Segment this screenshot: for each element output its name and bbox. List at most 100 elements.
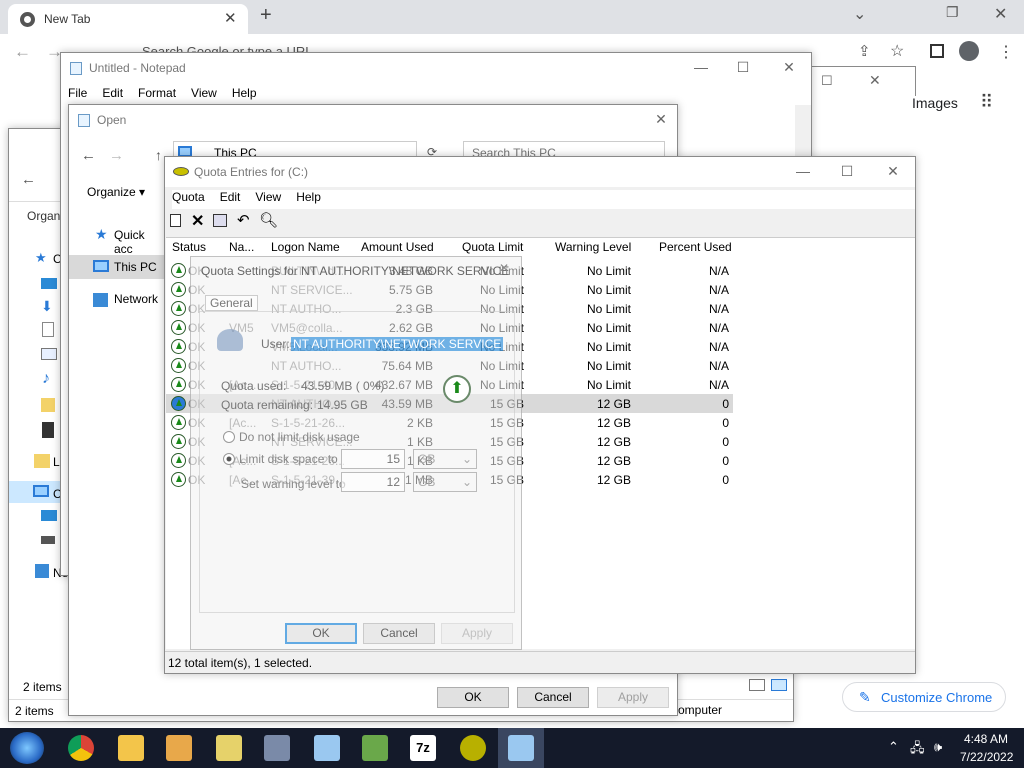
chrome-restore-button[interactable]: ❐ bbox=[946, 4, 959, 21]
chrome-taskbar-icon[interactable] bbox=[68, 735, 94, 761]
side-panel-icon[interactable] bbox=[930, 44, 944, 58]
chrome-close-button[interactable]: ✕ bbox=[994, 4, 1007, 24]
quota-drive-taskbar-icon[interactable] bbox=[460, 735, 486, 761]
notepad-minimize-button[interactable]: — bbox=[687, 57, 715, 77]
open-up-icon[interactable]: ↑ bbox=[155, 147, 162, 163]
profile-avatar-icon[interactable] bbox=[959, 41, 979, 61]
large-icons-view-icon[interactable] bbox=[771, 679, 787, 691]
quota-drive-icon bbox=[173, 167, 189, 176]
new-entry-icon[interactable] bbox=[170, 214, 181, 227]
file-explorer-taskbar-icon[interactable] bbox=[118, 735, 144, 761]
open-dialog-close-button[interactable]: ✕ bbox=[647, 109, 675, 129]
sevenzip-taskbar-icon[interactable]: 7z bbox=[410, 735, 436, 761]
open-cancel-button[interactable]: Cancel bbox=[517, 687, 589, 708]
properties-icon[interactable] bbox=[213, 214, 227, 227]
back-icon[interactable]: ← bbox=[14, 42, 31, 62]
bookmark-star-icon[interactable]: ☆ bbox=[890, 41, 904, 61]
chrome-tab[interactable]: New Tab ✕ bbox=[8, 4, 248, 34]
cell-pct: 0 bbox=[722, 454, 729, 468]
menu-help[interactable]: Help bbox=[232, 86, 257, 100]
open-nav-this-pc[interactable]: This PC bbox=[114, 260, 157, 274]
explorer-organize[interactable]: Organ bbox=[27, 209, 60, 223]
organize-label: Organize bbox=[87, 185, 136, 199]
new-tab-button[interactable]: + bbox=[260, 4, 272, 27]
folder-taskbar-icon[interactable] bbox=[216, 735, 242, 761]
start-button[interactable] bbox=[10, 732, 44, 764]
network-tray-icon[interactable]: 🖧︎ bbox=[910, 739, 925, 761]
settings-tab-general[interactable]: General bbox=[205, 295, 258, 311]
open-ok-button[interactable]: OK bbox=[437, 687, 509, 708]
col-percent-used[interactable]: Percent Used bbox=[659, 240, 732, 258]
images-link[interactable]: Images bbox=[912, 95, 958, 111]
computer-icon bbox=[33, 485, 49, 497]
settings-ok-button[interactable]: OK bbox=[285, 623, 357, 644]
chrome-minimize-button[interactable]: ⌄ bbox=[853, 4, 866, 24]
settings-cancel-button[interactable]: Cancel bbox=[363, 623, 435, 644]
delete-entry-icon[interactable]: ✕ bbox=[191, 211, 204, 231]
tab-close-icon[interactable]: ✕ bbox=[224, 9, 237, 27]
apps-grid-icon[interactable]: ⠿ bbox=[980, 92, 993, 113]
limit-value-input[interactable]: 15 bbox=[341, 449, 405, 469]
quota-maximize-button[interactable]: ☐ bbox=[833, 161, 861, 181]
open-organize-button[interactable]: Organize ▾ bbox=[87, 185, 145, 199]
open-dialog-title: Open bbox=[97, 113, 127, 127]
downloads-icon: ⬇ bbox=[41, 298, 53, 314]
menu-edit[interactable]: Edit bbox=[102, 86, 123, 100]
undo-icon[interactable]: ↶ bbox=[237, 211, 250, 229]
quota-menu-edit[interactable]: Edit bbox=[220, 190, 241, 204]
find-icon[interactable]: 🔍︎ bbox=[259, 211, 278, 229]
chrome-menu-icon[interactable]: ⋮ bbox=[998, 42, 1014, 62]
cell-pct: 0 bbox=[722, 416, 729, 430]
status-ok-icon bbox=[171, 358, 186, 373]
notepad-taskbar-icon[interactable] bbox=[314, 735, 340, 761]
notepad-close-button[interactable]: ✕ bbox=[775, 57, 803, 77]
share-icon[interactable]: ⇪ bbox=[858, 42, 871, 60]
details-view-icon[interactable] bbox=[749, 679, 765, 691]
quota-menu-quota[interactable]: Quota bbox=[172, 190, 205, 204]
menu-file[interactable]: File bbox=[68, 86, 87, 100]
open-nav-network[interactable]: Network bbox=[114, 292, 158, 306]
disk-tool-taskbar-icon[interactable] bbox=[264, 735, 290, 761]
status-ok-icon bbox=[171, 301, 186, 316]
customize-chrome-button[interactable]: ✎ Customize Chrome bbox=[842, 682, 1006, 712]
no-limit-radio[interactable] bbox=[223, 431, 235, 443]
cell-warn: No Limit bbox=[586, 340, 631, 354]
settings-apply-button[interactable]: Apply bbox=[441, 623, 513, 644]
open-forward-icon[interactable]: → bbox=[109, 147, 124, 164]
media-player-taskbar-icon[interactable] bbox=[166, 735, 192, 761]
cell-pct: 0 bbox=[722, 435, 729, 449]
tray-chevron-icon[interactable]: ⌃ bbox=[888, 739, 899, 755]
limit-unit-value: GB bbox=[418, 452, 436, 466]
limit-radio[interactable] bbox=[223, 453, 235, 465]
settings-close-icon[interactable]: ✕ bbox=[499, 261, 509, 275]
notepad-maximize-button[interactable]: ☐ bbox=[729, 57, 757, 77]
menu-format[interactable]: Format bbox=[138, 86, 176, 100]
limit-unit-select[interactable]: GB ⌄ bbox=[413, 449, 477, 469]
status-ok-icon bbox=[171, 396, 186, 411]
settings-user-value: NT AUTHORITY\NETWORK SERVICE bbox=[291, 337, 504, 351]
warn-unit-select[interactable]: GB ⌄ bbox=[413, 472, 477, 492]
nav-l[interactable]: L bbox=[53, 455, 60, 469]
customize-chrome-label: Customize Chrome bbox=[881, 690, 993, 705]
cell-pct: N/A bbox=[708, 321, 729, 335]
quota-menu-view[interactable]: View bbox=[255, 190, 281, 204]
bg-maximize-icon[interactable]: ☐ bbox=[821, 73, 833, 89]
open-apply-button[interactable]: Apply bbox=[597, 687, 669, 708]
col-warning-level[interactable]: Warning Level bbox=[555, 240, 631, 258]
menu-view[interactable]: View bbox=[191, 86, 217, 100]
settings-quota-used-value: 43.59 MB ( 0%) bbox=[301, 379, 385, 393]
bg-close-icon[interactable]: ✕ bbox=[869, 72, 881, 89]
quota-minimize-button[interactable]: — bbox=[789, 161, 817, 181]
clock-time[interactable]: 4:48 AM bbox=[964, 732, 1008, 746]
quota-menu-help[interactable]: Help bbox=[296, 190, 321, 204]
warn-value-input[interactable]: 12 bbox=[341, 472, 405, 492]
status-ok-icon bbox=[171, 263, 186, 278]
clock-date[interactable]: 7/22/2022 bbox=[960, 750, 1013, 764]
explorer-back-icon[interactable]: ← bbox=[21, 171, 36, 188]
spreadsheet-taskbar-icon[interactable] bbox=[362, 735, 388, 761]
cell-pct: N/A bbox=[708, 340, 729, 354]
open-back-icon[interactable]: ← bbox=[81, 147, 96, 164]
volume-tray-icon[interactable]: 🕪︎ bbox=[934, 739, 942, 755]
quota-close-button[interactable]: ✕ bbox=[879, 161, 907, 181]
open-nav-quick-access[interactable]: Quick acc bbox=[114, 228, 165, 256]
